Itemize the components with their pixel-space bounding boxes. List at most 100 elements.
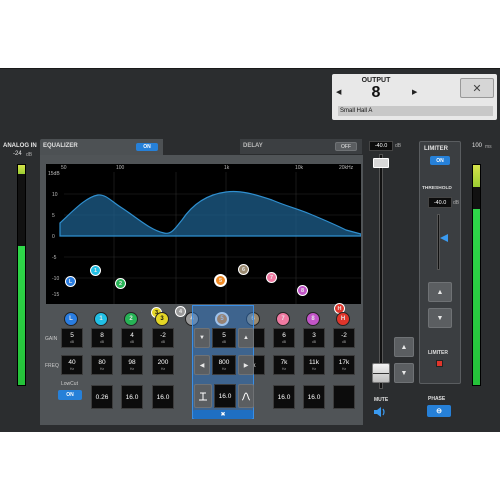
fader-up-button[interactable]: ▲ [394,337,414,357]
gain-unit: dB [311,340,317,344]
gain-unit: dB [99,340,105,344]
q-value: 16.0 [307,393,321,401]
close-icon: ✖ [220,412,226,418]
freq-down-button[interactable]: ◀ [194,355,210,375]
filter-shape-shelf-button[interactable] [194,384,212,408]
freq-unit: Hz [69,367,75,371]
gain-down-button[interactable]: ▼ [194,328,210,348]
equalizer-on-toggle[interactable]: ON [136,143,158,151]
eq-node-selected[interactable]: 5 [214,274,227,287]
freq-value-field[interactable]: 80 Hz [91,355,113,375]
q-value: 16.0 [125,393,139,401]
q-value-field[interactable]: 16.0 [152,385,174,409]
gain-value-field[interactable]: 8 dB [91,328,113,348]
gain-row-label: GAIN [45,336,58,342]
band-select-button[interactable]: 1 [94,312,108,326]
fader-track[interactable] [379,154,383,389]
selected-gain-field[interactable]: 5 dB [212,328,236,348]
gain-unit: dB [69,340,75,344]
gain-value: -2 [160,332,166,339]
output-title: OUTPUT [361,77,391,84]
freq-value-field[interactable]: 17k Hz [333,355,355,375]
tab-equalizer[interactable]: EQUALIZER ON [40,139,163,155]
gain-value: 6 [282,332,286,339]
eq-node[interactable]: 4 [175,306,186,317]
band-select-button[interactable]: H [336,312,350,326]
fader-top-marker [373,158,389,168]
fader-down-button[interactable]: ▼ [394,363,414,383]
limiter-on-toggle[interactable]: ON [430,156,450,165]
output-next-button[interactable]: ▶ [412,88,417,96]
input-meter-value: -24 [13,151,22,157]
output-number: 8 [371,84,381,101]
q-value-field[interactable]: 16.0 [121,385,143,409]
shelf-filter-icon [199,392,207,401]
fader-value-field[interactable]: -40.0 [369,141,393,151]
band-select-button[interactable]: 3 [155,312,169,326]
freq-value-field[interactable]: 7k Hz [273,355,295,375]
equalizer-tab-label: EQUALIZER [43,143,78,149]
threshold-value-field[interactable]: -40.0 [428,197,452,208]
threshold-down-button[interactable]: ▼ [428,308,452,328]
band-select-button[interactable]: 7 [276,312,290,326]
fader-handle[interactable] [372,362,390,383]
q-value-field[interactable]: 16.0 [303,385,325,409]
q-value-field[interactable]: 0.26 [91,385,113,409]
output-preset-field[interactable]: Small Hall A [338,106,493,116]
eq-graph[interactable]: 50 100 1k 10k 20kHz 15dB 10 5 0 -5 -10 -… [46,164,361,318]
phase-icon: ⊖ [436,408,442,415]
freq-unit: Hz [311,367,317,371]
freq-value-field[interactable]: 40 Hz [61,355,83,375]
freq-value: 40 [68,359,76,366]
gain-value: 4 [130,332,134,339]
eq-node[interactable]: 2 [115,278,126,289]
band-select-button[interactable]: L [64,312,78,326]
eq-node[interactable]: 6 [238,264,249,275]
output-prev-button[interactable]: ◀ [336,88,341,96]
selected-q-field[interactable]: 16.0 [214,384,236,408]
delay-off-toggle[interactable]: OFF [335,142,357,151]
freq-value-field[interactable]: 11k Hz [303,355,325,375]
freq-value-field[interactable]: 200 Hz [152,355,174,375]
freq-row-label: FREQ [45,363,59,369]
freq-unit: Hz [341,367,347,371]
mute-speaker-button[interactable] [373,405,387,423]
gain-value-field[interactable]: -2 dB [152,328,174,348]
limiter-panel: LIMITER ON THRESHOLD -40.0 dB ▲ ▼ LIMITE… [419,141,461,384]
close-button[interactable]: ✕ [460,78,494,98]
gain-up-button[interactable]: ▲ [238,328,254,348]
output-panel: ◀ OUTPUT 8 ▶ ✕ Small Hall A [332,74,497,120]
threshold-up-button[interactable]: ▲ [428,282,452,302]
freq-unit: Hz [281,367,287,371]
gain-value-field[interactable]: 4 dB [121,328,143,348]
freq-value: 98 [128,359,136,366]
eq-node[interactable]: 7 [266,272,277,283]
band-select-button[interactable]: 2 [124,312,138,326]
threshold-slider-handle[interactable] [440,234,448,242]
gain-value-field[interactable]: -2 dB [333,328,355,348]
freq-value: 800 [218,359,230,366]
peak-filter-icon [241,392,251,401]
eq-node[interactable]: L [65,276,76,287]
selected-freq-field[interactable]: 800 Hz [212,355,236,375]
popup-close-button[interactable]: ✖ [193,410,253,419]
phase-toggle[interactable]: ⊖ [427,405,451,417]
lowcut-on-toggle[interactable]: ON [58,390,82,400]
freq-up-button[interactable]: ▶ [238,355,254,375]
gain-value-field[interactable]: 6 dB [273,328,295,348]
filter-shape-peak-button[interactable] [238,384,254,408]
gain-value-field[interactable]: 3 dB [303,328,325,348]
threshold-slider-track[interactable] [437,214,440,270]
tab-delay[interactable]: DELAY OFF [240,139,362,154]
band-select-button[interactable]: 8 [306,312,320,326]
mixer-app-window: ◀ OUTPUT 8 ▶ ✕ Small Hall A ANALOG IN -2… [0,68,500,432]
q-value-field[interactable]: 16.0 [273,385,295,409]
freq-value-field[interactable]: 98 Hz [121,355,143,375]
gain-value: 5 [222,332,226,339]
q-value-field[interactable] [333,385,355,409]
eq-node[interactable]: 8 [297,285,308,296]
input-meter-label: ANALOG IN [3,143,37,149]
output-meter-value: 100 [472,143,483,149]
eq-node[interactable]: 1 [90,265,101,276]
gain-value-field[interactable]: 5 dB [61,328,83,348]
